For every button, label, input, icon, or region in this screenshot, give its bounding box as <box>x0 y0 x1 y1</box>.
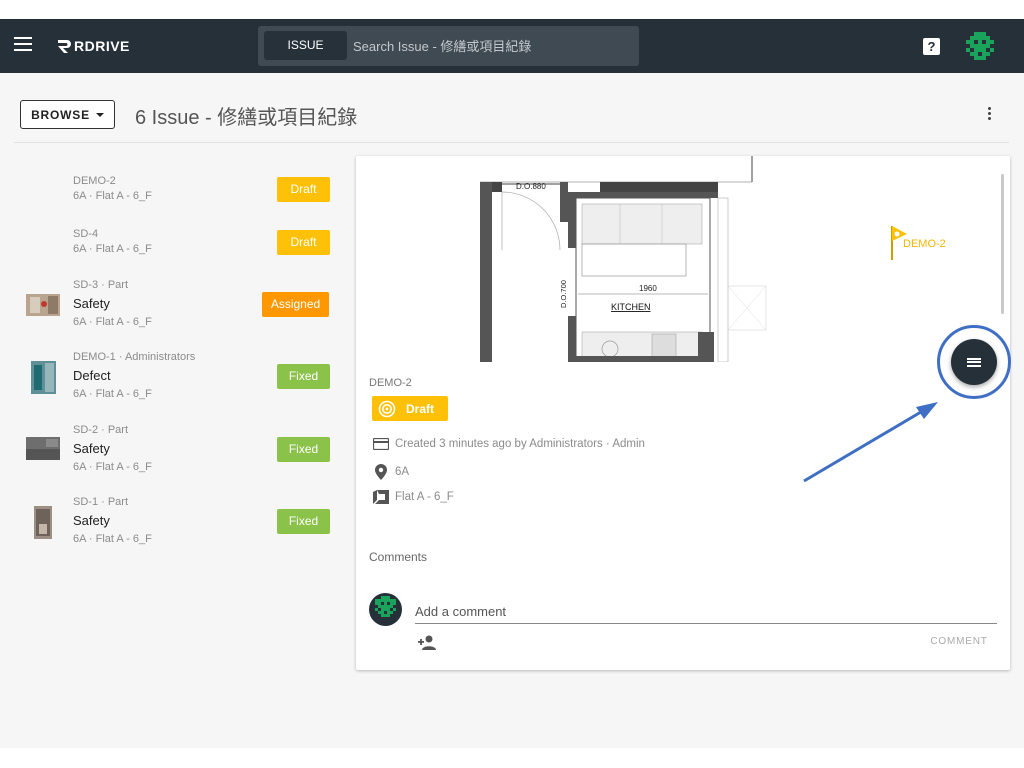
card-icon <box>373 438 389 450</box>
issue-thumbnail <box>26 294 60 316</box>
issue-thumbnail <box>31 361 56 394</box>
door-label-top: D.O.880 <box>516 182 546 191</box>
location-text: 6A <box>395 466 410 478</box>
pin-label: DEMO-2 <box>903 238 946 250</box>
issue-location: 6A · Flat A - 6_F <box>73 316 152 328</box>
app-page: RDRIVE ISSUE ? BROWSE 6 Issue - 修繕或項目紀錄 … <box>0 19 1024 748</box>
status-badge: Fixed <box>277 509 330 534</box>
issue-title: Defect <box>73 368 111 383</box>
issue-id: SD-4 <box>73 228 99 240</box>
dimension-width: 1960 <box>639 284 657 293</box>
details-menu-button[interactable] <box>951 339 997 385</box>
room-label: KITCHEN <box>611 302 651 312</box>
comment-button[interactable]: COMMENT <box>926 632 992 652</box>
detail-issue-id: DEMO-2 <box>369 377 412 389</box>
issue-meta: DEMO-1 · Administrators <box>73 351 196 363</box>
location-row: 6A <box>373 464 409 480</box>
header-divider <box>14 142 1009 143</box>
scrollbar[interactable] <box>1001 174 1004 314</box>
location-pin-icon <box>373 464 389 480</box>
detail-status-badge: Draft <box>372 396 448 421</box>
issue-title: Safety <box>73 513 110 528</box>
comments-label: Comments <box>369 550 428 564</box>
status-badge: Draft <box>277 230 330 255</box>
issue-meta: SD-1 · Part <box>73 496 129 508</box>
browse-button-label: BROWSE <box>31 107 90 122</box>
more-vert-icon[interactable] <box>986 107 992 123</box>
commenter-avatar <box>369 593 402 626</box>
list-icon <box>967 356 981 368</box>
issue-location: 6A · Flat A - 6_F <box>73 461 152 473</box>
status-badge: Fixed <box>277 364 330 389</box>
floorplan-icon <box>373 490 389 504</box>
issue-pin[interactable]: DEMO-2 <box>889 224 959 264</box>
caret-down-icon <box>95 112 104 117</box>
issue-location: 6A · Flat A - 6_F <box>73 533 152 545</box>
created-row: Created 3 minutes ago by Administrators … <box>373 438 645 450</box>
issue-thumbnail <box>34 506 52 539</box>
brand-logo[interactable]: RDRIVE <box>56 35 130 57</box>
search-bar: ISSUE <box>258 26 639 66</box>
detail-status-label: Draft <box>406 401 435 416</box>
issue-title: Safety <box>73 296 110 311</box>
search-scope-chip[interactable]: ISSUE <box>264 31 347 60</box>
status-badge: Fixed <box>277 437 330 462</box>
issue-item[interactable]: SD-4 6A · Flat A - 6_F Draft <box>0 222 345 282</box>
annotation-arrow <box>803 402 938 483</box>
issue-meta: SD-3 · Part <box>73 279 129 291</box>
issue-id: DEMO-2 <box>73 175 116 187</box>
logo-icon <box>58 40 71 53</box>
floor-plan[interactable]: D.O.880 1960 KITCHEN D.O.700 2120 <box>470 156 770 362</box>
page-title: 6 Issue - 修繕或項目紀錄 <box>135 107 358 129</box>
issue-item[interactable]: SD-3 · Part Safety 6A · Flat A - 6_F Ass… <box>0 279 345 339</box>
issue-item[interactable]: SD-2 · Part Safety 6A · Flat A - 6_F Fix… <box>0 424 345 484</box>
search-input[interactable] <box>353 36 623 56</box>
comment-input[interactable] <box>415 600 997 624</box>
menu-icon[interactable] <box>14 37 32 51</box>
issue-title: Safety <box>73 441 110 456</box>
browse-button[interactable]: BROWSE <box>20 100 115 129</box>
issue-item[interactable]: SD-1 · Part Safety 6A · Flat A - 6_F Fix… <box>0 496 345 556</box>
created-text: Created 3 minutes ago by Administrators … <box>395 438 645 450</box>
top-app-bar: RDRIVE ISSUE ? <box>0 19 1024 73</box>
help-icon[interactable]: ? <box>923 38 940 55</box>
issue-location: 6A · Flat A - 6_F <box>73 190 152 202</box>
status-badge: Draft <box>277 177 330 202</box>
unit-text: Flat A - 6_F <box>395 491 454 503</box>
issue-location: 6A · Flat A - 6_F <box>73 388 152 400</box>
status-badge: Assigned <box>262 292 329 317</box>
user-avatar[interactable] <box>966 32 994 60</box>
door-label-side: D.O.700 <box>559 280 568 308</box>
issue-location: 6A · Flat A - 6_F <box>73 243 152 255</box>
issue-item[interactable]: DEMO-2 6A · Flat A - 6_F Draft <box>0 169 345 229</box>
add-person-icon[interactable] <box>417 634 437 650</box>
issue-item[interactable]: DEMO-1 · Administrators Defect 6A · Flat… <box>0 351 345 411</box>
unit-row: Flat A - 6_F <box>373 490 454 504</box>
brand-name: RDRIVE <box>74 38 130 54</box>
issue-thumbnail <box>26 437 60 460</box>
target-icon <box>378 400 396 417</box>
issue-meta: SD-2 · Part <box>73 424 129 436</box>
